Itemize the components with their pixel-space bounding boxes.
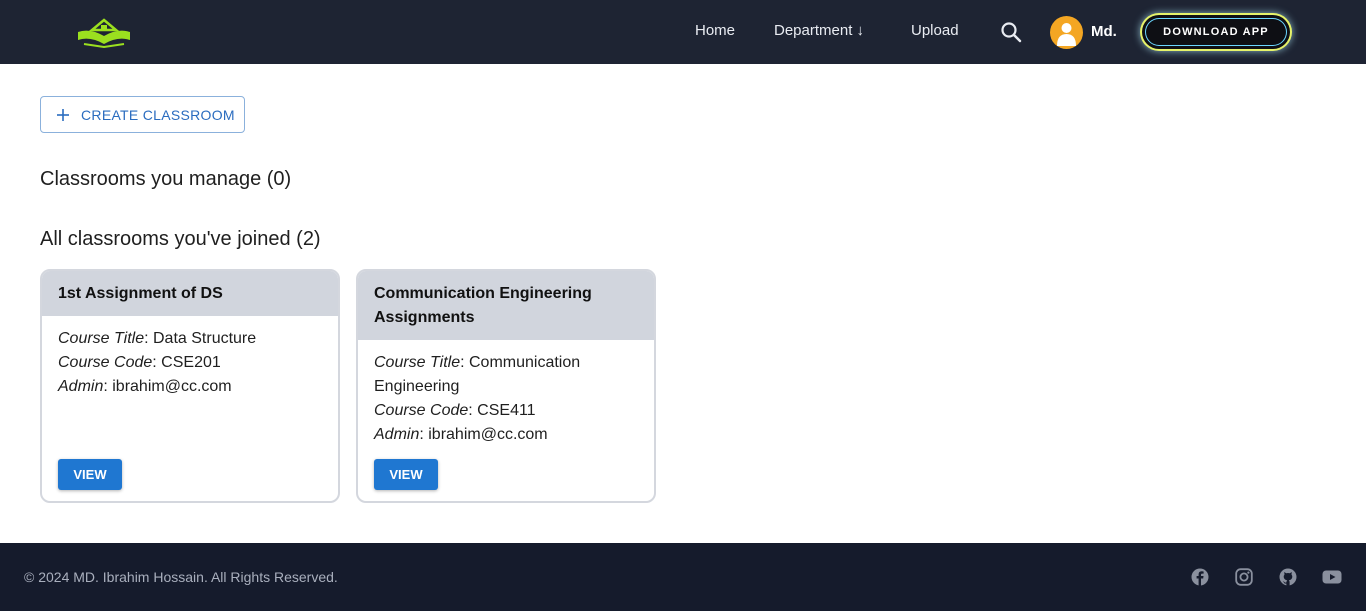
course-code-label: Course Code: [58, 354, 153, 371]
admin-label: Admin: [58, 378, 104, 395]
copyright-text: © 2024 MD. Ibrahim Hossain. All Rights R…: [24, 569, 338, 585]
create-classroom-button[interactable]: CREATE CLASSROOM: [40, 96, 245, 133]
nav-department-dropdown[interactable]: Department ↓: [774, 22, 864, 39]
joined-classrooms-heading: All classrooms you've joined (2): [40, 228, 321, 250]
nav-upload[interactable]: Upload: [911, 22, 959, 39]
admin-label: Admin: [374, 426, 420, 443]
course-title-label: Course Title: [58, 330, 145, 347]
plus-icon: [57, 108, 69, 121]
course-title-label: Course Title: [374, 354, 461, 371]
managed-classrooms-heading: Classrooms you manage (0): [40, 168, 292, 190]
instagram-icon[interactable]: [1235, 568, 1253, 586]
admin-value: : ibrahim@cc.com: [103, 378, 232, 395]
search-icon[interactable]: [1000, 21, 1022, 43]
admin-value: : ibrahim@cc.com: [419, 426, 548, 443]
footer: © 2024 MD. Ibrahim Hossain. All Rights R…: [0, 543, 1366, 611]
classroom-card: 1st Assignment of DS Course Title: Data …: [40, 269, 340, 503]
classroom-card: Communication Engineering Assignments Co…: [356, 269, 656, 503]
create-classroom-label: CREATE CLASSROOM: [81, 106, 235, 123]
view-button[interactable]: VIEW: [374, 459, 438, 490]
course-code-value: : CSE411: [468, 402, 536, 419]
course-code-label: Course Code: [374, 402, 469, 419]
download-app-button[interactable]: DOWNLOAD APP: [1142, 15, 1290, 49]
classroom-details: Course Title: Communication Engineering …: [358, 340, 654, 447]
course-title-value: : Data Structure: [144, 330, 257, 347]
course-code-value: : CSE201: [152, 354, 221, 371]
top-navbar: Home Department ↓ Upload Md. DOWNLOAD AP…: [0, 0, 1366, 64]
facebook-icon[interactable]: [1191, 568, 1209, 586]
avatar[interactable]: [1050, 16, 1083, 49]
logo-icon[interactable]: [76, 18, 132, 48]
youtube-icon[interactable]: [1322, 568, 1342, 586]
user-name[interactable]: Md.: [1091, 23, 1117, 40]
user-icon: [1057, 23, 1076, 46]
nav-home[interactable]: Home: [695, 22, 735, 39]
classroom-name: Communication Engineering Assignments: [358, 271, 654, 340]
classroom-name: 1st Assignment of DS: [42, 271, 338, 316]
view-button[interactable]: VIEW: [58, 459, 122, 490]
classroom-details: Course Title: Data Structure Course Code…: [42, 316, 338, 399]
github-icon[interactable]: [1279, 568, 1297, 586]
